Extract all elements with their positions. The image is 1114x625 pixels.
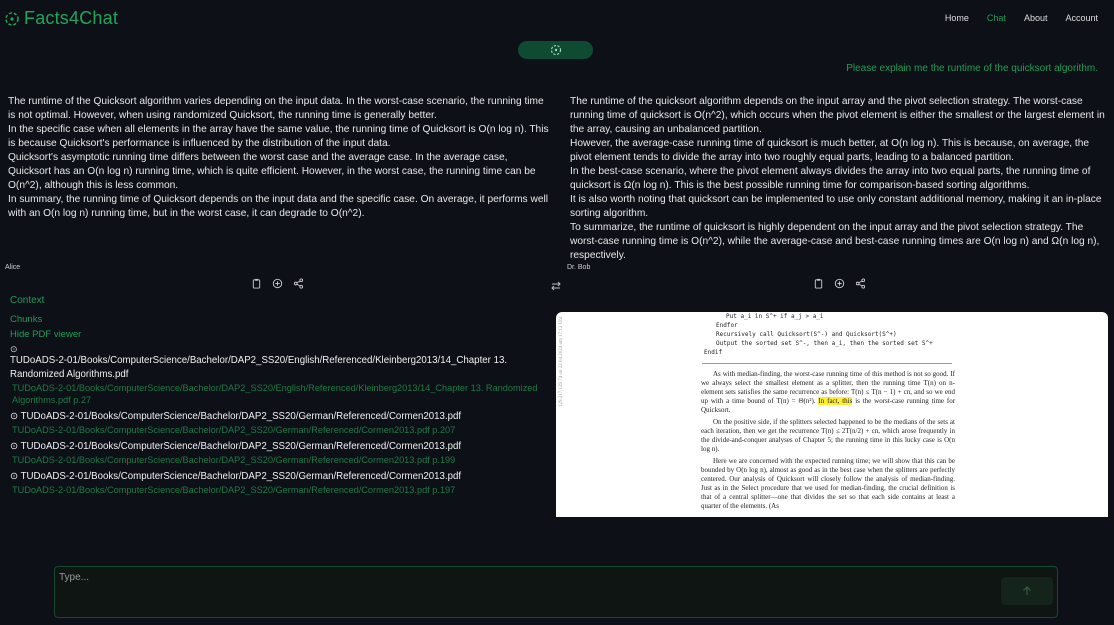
- file-path-text: TUDoADS-2-01/Books/ComputerScience/Bache…: [20, 411, 462, 422]
- file-source-link[interactable]: TUDoADS-2-01/Books/ComputerScience/Bache…: [10, 382, 555, 406]
- nav-home[interactable]: Home: [945, 13, 969, 23]
- answer-right-toolbar: [813, 278, 866, 289]
- answer-paragraph: The runtime of the Quicksort algorithm v…: [8, 96, 544, 121]
- file-source-link[interactable]: TUDoADS-2-01/Books/ComputerScience/Bache…: [10, 454, 555, 466]
- message-input-box: [54, 566, 1058, 618]
- pdf-viewer[interactable]: 129.217.129.74 on 22.04.2024 um 17:12 Uh…: [556, 312, 1108, 517]
- app-logo[interactable]: Facts4Chat: [4, 8, 118, 29]
- file-icon: ⊙: [10, 344, 18, 354]
- file-path: ⊙ TUDoADS-2-01/Books/ComputerScience/Bac…: [10, 440, 555, 454]
- file-path: ⊙ TUDoADS-2-01/Books/ComputerScience/Bac…: [10, 470, 555, 484]
- answer-paragraph: However, the average-case running time o…: [570, 138, 1090, 163]
- pdf-code-line: Put a_i in S^+ if a_j > a_i: [726, 313, 824, 320]
- pdf-code-line: Output the sorted set S^-, then a_i, the…: [716, 340, 933, 347]
- nav-account[interactable]: Account: [1065, 13, 1098, 23]
- pdf-paragraph: As with median-finding, the worst-case r…: [701, 370, 955, 415]
- pdf-code-line: Recursively call Quicksort(S^-) and Quic…: [716, 331, 897, 338]
- logo-icon: [5, 11, 19, 26]
- hide-pdf-link[interactable]: Hide PDF viewer: [10, 329, 555, 340]
- answer-left: The runtime of the Quicksort algorithm v…: [8, 95, 553, 221]
- file-source-link[interactable]: TUDoADS-2-01/Books/ComputerScience/Bache…: [10, 484, 555, 496]
- pdf-highlight: In fact, this: [818, 397, 853, 405]
- answer-paragraph: In the best-case scenario, where the piv…: [570, 166, 1091, 191]
- pdf-code-line: Endif: [704, 349, 723, 356]
- message-input[interactable]: [55, 567, 963, 588]
- chunks-link[interactable]: Chunks: [10, 314, 555, 325]
- nav-about[interactable]: About: [1024, 13, 1048, 23]
- logo-icon: [550, 44, 561, 56]
- file-path: TUDoADS-2-01/Books/ComputerScience/Bache…: [10, 355, 508, 380]
- pdf-divider: [702, 363, 952, 364]
- answer-paragraph: To summarize, the runtime of quicksort i…: [570, 222, 1100, 261]
- answer-paragraph: In summary, the running time of Quicksor…: [8, 194, 549, 219]
- author-left: Alice: [5, 264, 21, 271]
- pdf-side-stamp: 129.217.129.74 on 22.04.2024 um 17:12 Uh…: [559, 316, 564, 407]
- answer-paragraph: It is also worth noting that quicksort c…: [570, 194, 1102, 219]
- nav-chat[interactable]: Chat: [987, 13, 1006, 23]
- pdf-code-line: Endfor: [716, 322, 738, 329]
- share-icon[interactable]: [293, 278, 304, 289]
- copy-icon[interactable]: [813, 278, 824, 289]
- copy-icon[interactable]: [251, 278, 262, 289]
- file-path-text: TUDoADS-2-01/Books/ComputerScience/Bache…: [20, 471, 462, 482]
- pdf-code-block: Put a_i in S^+ if a_j > a_i Endfor Recur…: [704, 312, 1108, 357]
- answer-right: The runtime of the quicksort algorithm d…: [570, 95, 1110, 263]
- arrow-up-icon: [1023, 586, 1031, 595]
- user-question: Please explain me the runtime of the qui…: [846, 63, 1098, 74]
- context-file: ⊙ TUDoADS-2-01/Books/ComputerScience/Bac…: [10, 440, 555, 466]
- new-chat-button[interactable]: [518, 41, 593, 59]
- context-file: ⊙ TUDoADS-2-01/Books/ComputerScience/Bac…: [10, 344, 555, 406]
- author-right: Dr. Bob: [567, 264, 591, 271]
- pdf-paragraph: On the positive side, if the splitters s…: [701, 418, 955, 453]
- answer-paragraph: Quicksort's asymptotic running time diff…: [8, 152, 536, 191]
- context-file: ⊙ TUDoADS-2-01/Books/ComputerScience/Bac…: [10, 410, 555, 436]
- file-path: ⊙ TUDoADS-2-01/Books/ComputerScience/Bac…: [10, 410, 555, 424]
- share-icon[interactable]: [855, 278, 866, 289]
- top-nav: Home Chat About Account: [945, 13, 1098, 23]
- file-path-text: TUDoADS-2-01/Books/ComputerScience/Bache…: [20, 441, 462, 452]
- pdf-body: As with median-finding, the worst-case r…: [701, 370, 955, 511]
- context-panel: Context Chunks Hide PDF viewer ⊙ TUDoADS…: [10, 295, 555, 496]
- app-title: Facts4Chat: [24, 8, 119, 28]
- file-icon: ⊙: [10, 411, 21, 422]
- add-icon[interactable]: [272, 278, 283, 289]
- answer-left-toolbar: [251, 278, 304, 289]
- add-icon[interactable]: [834, 278, 845, 289]
- file-icon: ⊙: [10, 441, 21, 452]
- pdf-paragraph: Here we are concerned with the expected …: [701, 457, 955, 510]
- answer-paragraph: In the specific case when all elements i…: [8, 124, 549, 149]
- send-button[interactable]: [1001, 577, 1053, 605]
- context-title: Context: [10, 295, 45, 306]
- answer-paragraph: The runtime of the quicksort algorithm d…: [570, 96, 1105, 135]
- file-icon: ⊙: [10, 471, 21, 482]
- file-source-link[interactable]: TUDoADS-2-01/Books/ComputerScience/Bache…: [10, 424, 555, 436]
- context-file: ⊙ TUDoADS-2-01/Books/ComputerScience/Bac…: [10, 470, 555, 496]
